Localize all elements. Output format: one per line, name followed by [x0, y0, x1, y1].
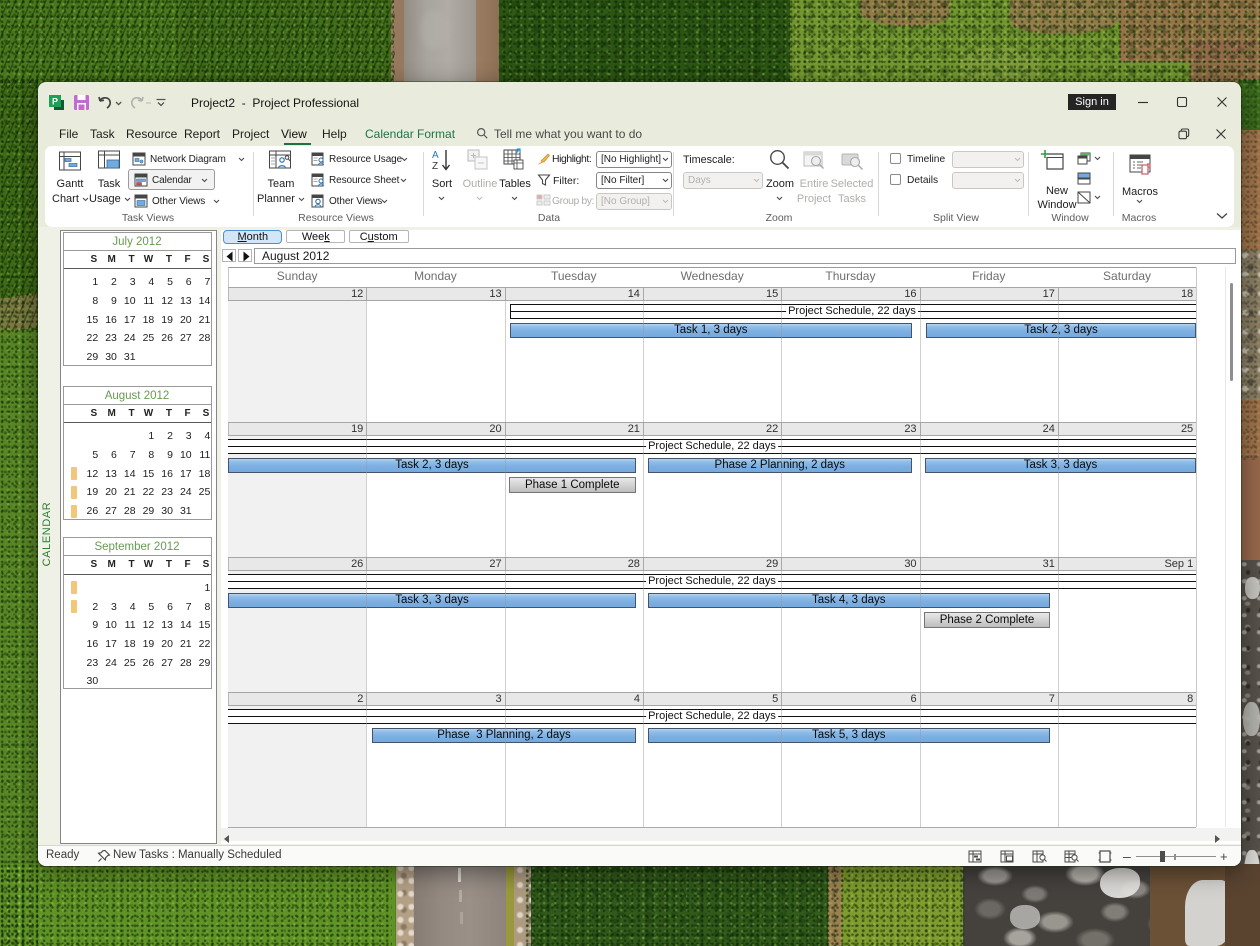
svg-text:Z: Z: [432, 161, 438, 172]
svg-text:P: P: [52, 97, 58, 107]
svg-text:A: A: [432, 150, 439, 161]
